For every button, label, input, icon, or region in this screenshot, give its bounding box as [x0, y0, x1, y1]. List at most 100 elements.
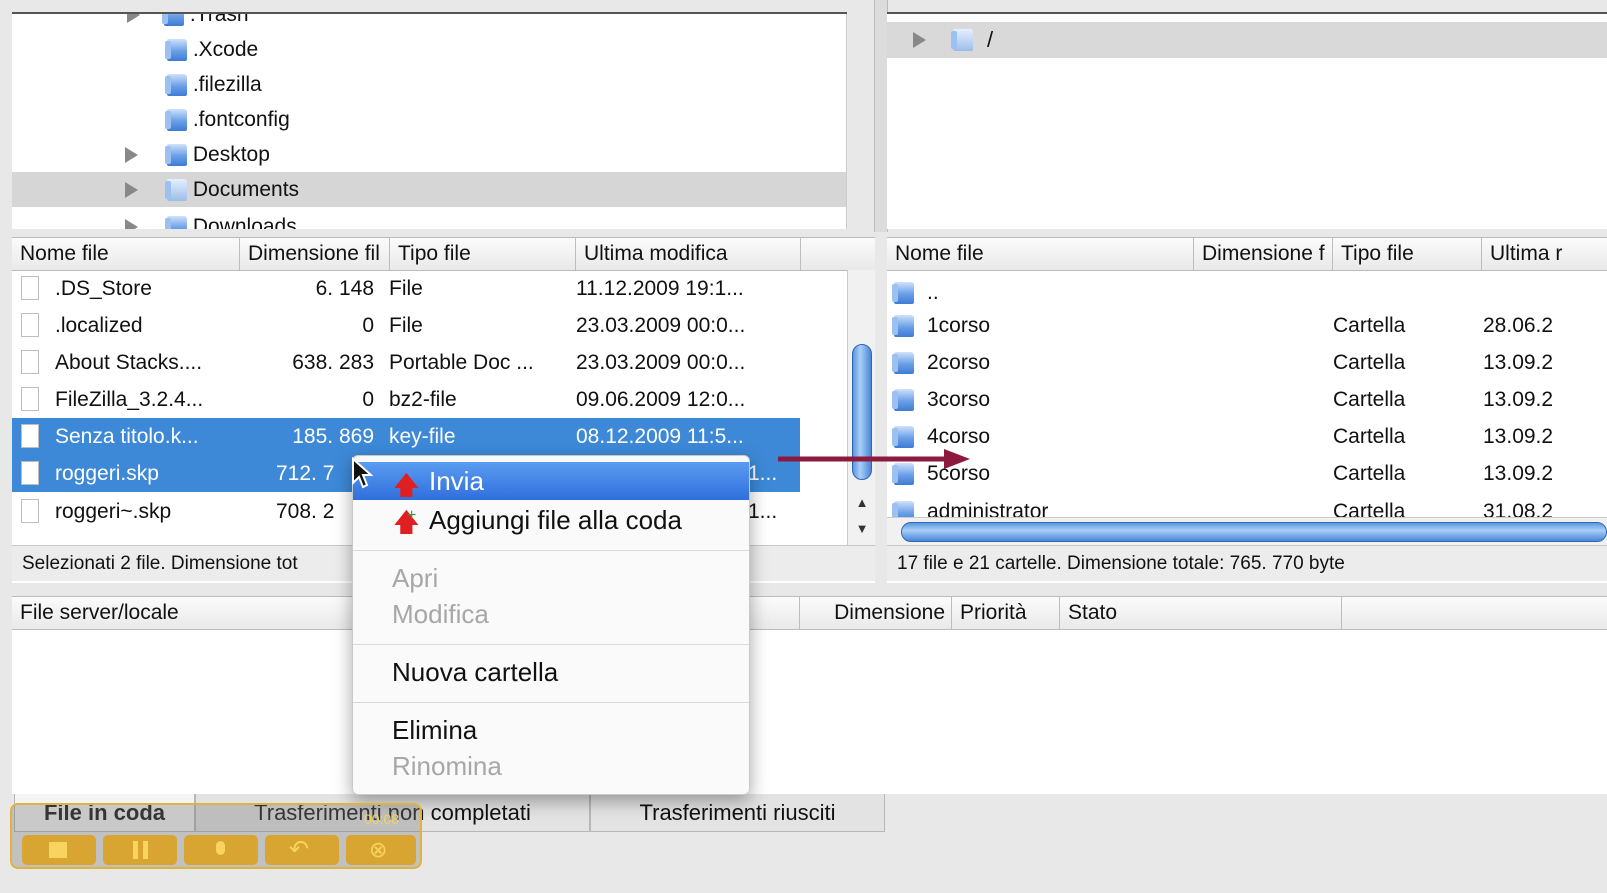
annotation-arrow [778, 449, 970, 469]
folder-icon [892, 282, 914, 304]
disclosure-triangle-icon[interactable] [125, 147, 138, 163]
column-header-modified[interactable]: Ultima modifica [576, 238, 801, 270]
folder-icon [892, 426, 914, 448]
table-row[interactable]: 5corso Cartella 13.09.2 [887, 455, 1607, 492]
disclosure-triangle-icon[interactable] [125, 182, 138, 198]
disclosure-triangle-icon[interactable] [127, 14, 140, 23]
tree-item-label: .Xcode [192, 38, 259, 61]
table-row[interactable]: 2corso Cartella 13.09.2 [887, 344, 1607, 381]
file-icon [21, 499, 39, 523]
column-header-size[interactable]: Dimensione f [1194, 238, 1333, 270]
menu-item-label: Aggiungi file alla coda [429, 505, 682, 535]
stop-button[interactable] [22, 835, 96, 865]
file-modified: 09.06.2009 12:0... [576, 388, 746, 411]
menu-item-open[interactable]: Apri [353, 559, 749, 597]
file-name: About Stacks.... [55, 351, 203, 374]
column-header-size[interactable]: Dimensione fil [240, 238, 390, 270]
disclosure-triangle-icon[interactable] [125, 219, 138, 229]
table-row[interactable]: 3corso Cartella 13.09.2 [887, 381, 1607, 418]
scroll-down-arrow-icon[interactable]: ▼ [848, 516, 875, 542]
scroll-up-arrow-icon[interactable]: ▲ [848, 490, 875, 516]
remote-file-list: Nome file Dimensione f Tipo file Ultima … [887, 237, 1607, 583]
scroll-thumb[interactable] [901, 522, 1607, 542]
table-row[interactable]: 4corso Cartella 13.09.2 [887, 418, 1607, 455]
tree-item-label: Documents [192, 178, 300, 201]
screen-recorder-toolbar: 00:08 ↶ ⊗ [10, 803, 422, 869]
tree-item-selected[interactable]: Documents [12, 172, 847, 207]
file-type: File [389, 277, 423, 300]
undo-icon: ↶ [289, 836, 310, 863]
column-header-status[interactable]: Stato [1060, 597, 1342, 629]
table-row-selected[interactable]: Senza titolo.k... 185. 869 key-file 08.1… [12, 418, 800, 455]
remote-status-bar: 17 file e 21 cartelle. Dimensione totale… [887, 545, 1607, 581]
menu-item-label: Invia [429, 466, 484, 496]
menu-item-upload[interactable]: 🡅 Invia [353, 462, 749, 500]
file-name: Senza titolo.k... [55, 425, 199, 448]
file-type: bz2-file [389, 388, 457, 411]
cancel-button[interactable]: ⊗ [346, 835, 416, 865]
table-row[interactable]: administrator Cartella 31.08.2 [887, 493, 1607, 517]
table-row[interactable]: About Stacks.... 638. 283 Portable Doc .… [12, 344, 802, 381]
undo-button[interactable]: ↶ [265, 835, 339, 865]
file-name: .localized [55, 314, 143, 337]
tree-item[interactable]: .Trash [12, 14, 847, 32]
disclosure-triangle-icon[interactable] [913, 32, 926, 48]
file-size: 0 [362, 388, 374, 411]
tree-item[interactable]: Downloads [12, 209, 847, 229]
cancel-icon: ⊗ [369, 837, 388, 862]
file-modified: 23.03.2009 00:0... [576, 314, 746, 337]
stop-icon [49, 842, 67, 858]
menu-item-new-folder[interactable]: Nuova cartella [353, 653, 749, 691]
pane-divider[interactable] [874, 0, 888, 232]
menu-item-delete[interactable]: Elimina [353, 711, 749, 749]
file-type: Cartella [1333, 314, 1406, 337]
tree-item[interactable]: .filezilla [12, 67, 847, 102]
menu-separator [353, 550, 749, 551]
column-header-type[interactable]: Tipo file [390, 238, 576, 270]
file-type: key-file [389, 425, 456, 448]
tree-item[interactable]: Desktop [12, 137, 847, 172]
column-header-name[interactable]: Nome file [887, 238, 1194, 270]
folder-icon [892, 352, 914, 374]
folder-icon [892, 389, 914, 411]
file-name: 1corso [927, 314, 991, 337]
tree-item[interactable]: .fontconfig [12, 102, 847, 137]
tree-item[interactable]: .Xcode [12, 32, 847, 67]
microphone-icon [216, 841, 225, 855]
table-row[interactable]: .DS_Store 6. 148 File 11.12.2009 19:1... [12, 270, 802, 307]
tree-item-label: .filezilla [192, 73, 262, 96]
table-row[interactable]: .localized 0 File 23.03.2009 00:0... [12, 307, 802, 344]
menu-item-edit[interactable]: Modifica [353, 595, 749, 633]
vertical-scrollbar[interactable]: ▲ ▼ [846, 14, 847, 229]
folder-icon [892, 501, 914, 517]
column-header-type[interactable]: Tipo file [1333, 238, 1482, 270]
queue-panel: File server/locale Dimensione Priorità S… [12, 596, 1607, 794]
file-name: roggeri~.skp [55, 500, 172, 523]
folder-icon [162, 14, 184, 27]
file-size: 185. 869 [292, 425, 374, 448]
remote-list-header: Nome file Dimensione f Tipo file Ultima … [887, 237, 1607, 271]
file-type: Cartella [1333, 500, 1406, 517]
queue-header: File server/locale Dimensione Priorità S… [12, 596, 1607, 630]
menu-separator [353, 702, 749, 703]
tab-successful-transfers[interactable]: Trasferimenti riusciti [590, 794, 885, 832]
tree-item-label: Desktop [192, 143, 270, 166]
microphone-button[interactable] [184, 835, 258, 865]
column-header-priority[interactable]: Priorità [952, 597, 1060, 629]
column-header-modified[interactable]: Ultima r [1482, 238, 1607, 270]
column-header-name[interactable]: Nome file [12, 238, 240, 270]
pause-button[interactable] [103, 835, 177, 865]
menu-item-rename[interactable]: Rinomina [353, 747, 749, 785]
tree-item-label: .fontconfig [192, 108, 290, 131]
table-row[interactable]: .. [887, 274, 1607, 311]
tree-item-root[interactable]: / [887, 22, 1607, 58]
vertical-scrollbar[interactable]: ▲ ▼ [847, 270, 875, 545]
column-header-size[interactable]: Dimensione [800, 597, 952, 629]
menu-item-add-to-queue[interactable]: 🡅 + Aggiungi file alla coda [353, 501, 749, 539]
file-modified: 31.08.2 [1483, 500, 1554, 517]
table-row[interactable]: FileZilla_3.2.4... 0 bz2-file 09.06.2009… [12, 381, 802, 418]
file-name: FileZilla_3.2.4... [55, 388, 204, 411]
table-row[interactable]: 1corso Cartella 28.06.2 [887, 307, 1607, 344]
horizontal-scrollbar[interactable] [887, 517, 1607, 546]
file-modified: 13.09.2 [1483, 388, 1554, 411]
